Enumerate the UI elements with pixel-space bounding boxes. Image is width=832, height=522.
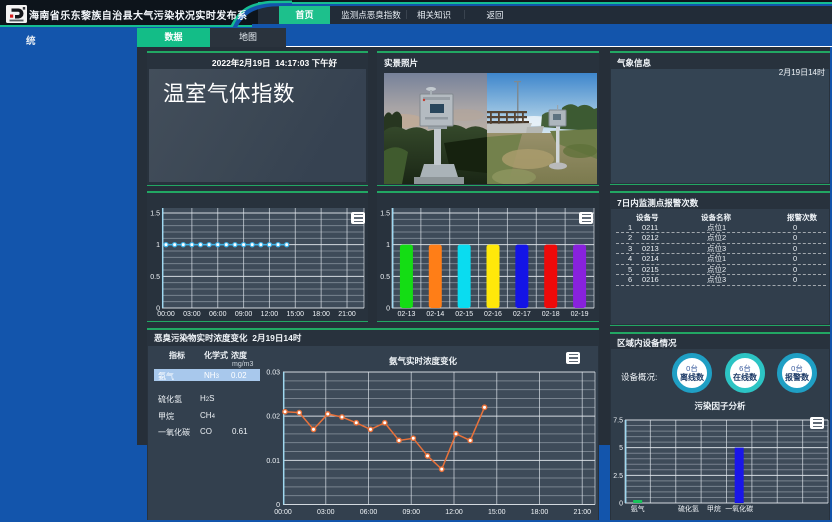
svg-text:06:00: 06:00: [360, 509, 378, 516]
svg-text:2.5: 2.5: [613, 473, 623, 480]
svg-text:09:00: 09:00: [402, 509, 420, 516]
svg-text:02-18: 02-18: [542, 311, 560, 318]
svg-text:18:00: 18:00: [531, 509, 549, 516]
svg-text:18:00: 18:00: [312, 311, 330, 318]
svg-text:06:00: 06:00: [209, 311, 227, 318]
svg-text:硫化氢: 硫化氢: [678, 504, 699, 513]
svg-text:02-16: 02-16: [484, 311, 502, 318]
svg-text:1: 1: [156, 242, 160, 249]
svg-text:02-19: 02-19: [571, 311, 589, 318]
svg-text:02-14: 02-14: [426, 311, 444, 318]
svg-text:03:00: 03:00: [317, 509, 335, 516]
svg-text:0.03: 0.03: [266, 370, 280, 377]
svg-text:0.01: 0.01: [266, 458, 280, 465]
svg-text:02-13: 02-13: [397, 311, 415, 318]
svg-text:00:00: 00:00: [274, 509, 292, 516]
svg-text:00:00: 00:00: [157, 311, 175, 318]
svg-text:02-17: 02-17: [513, 311, 531, 318]
svg-text:03:00: 03:00: [183, 311, 201, 318]
svg-text:7.5: 7.5: [613, 418, 623, 425]
svg-text:1: 1: [386, 242, 390, 249]
svg-text:0: 0: [619, 501, 623, 508]
svg-text:5: 5: [619, 445, 623, 452]
svg-text:21:00: 21:00: [338, 311, 356, 318]
svg-text:氨气: 氨气: [631, 504, 645, 513]
svg-text:15:00: 15:00: [488, 509, 506, 516]
svg-text:1.5: 1.5: [150, 211, 160, 218]
svg-text:12:00: 12:00: [261, 311, 279, 318]
svg-text:1.5: 1.5: [380, 211, 390, 218]
svg-text:甲烷: 甲烷: [707, 504, 721, 513]
svg-text:0.5: 0.5: [150, 274, 160, 281]
svg-text:02-15: 02-15: [455, 311, 473, 318]
svg-text:15:00: 15:00: [287, 311, 305, 318]
svg-text:0: 0: [386, 306, 390, 313]
svg-text:0.5: 0.5: [380, 274, 390, 281]
svg-text:0.02: 0.02: [266, 414, 280, 421]
svg-text:21:00: 21:00: [573, 509, 591, 516]
svg-text:09:00: 09:00: [235, 311, 253, 318]
svg-text:12:00: 12:00: [445, 509, 463, 516]
svg-text:一氧化碳: 一氧化碳: [725, 504, 753, 513]
svg-text:0: 0: [276, 502, 280, 509]
